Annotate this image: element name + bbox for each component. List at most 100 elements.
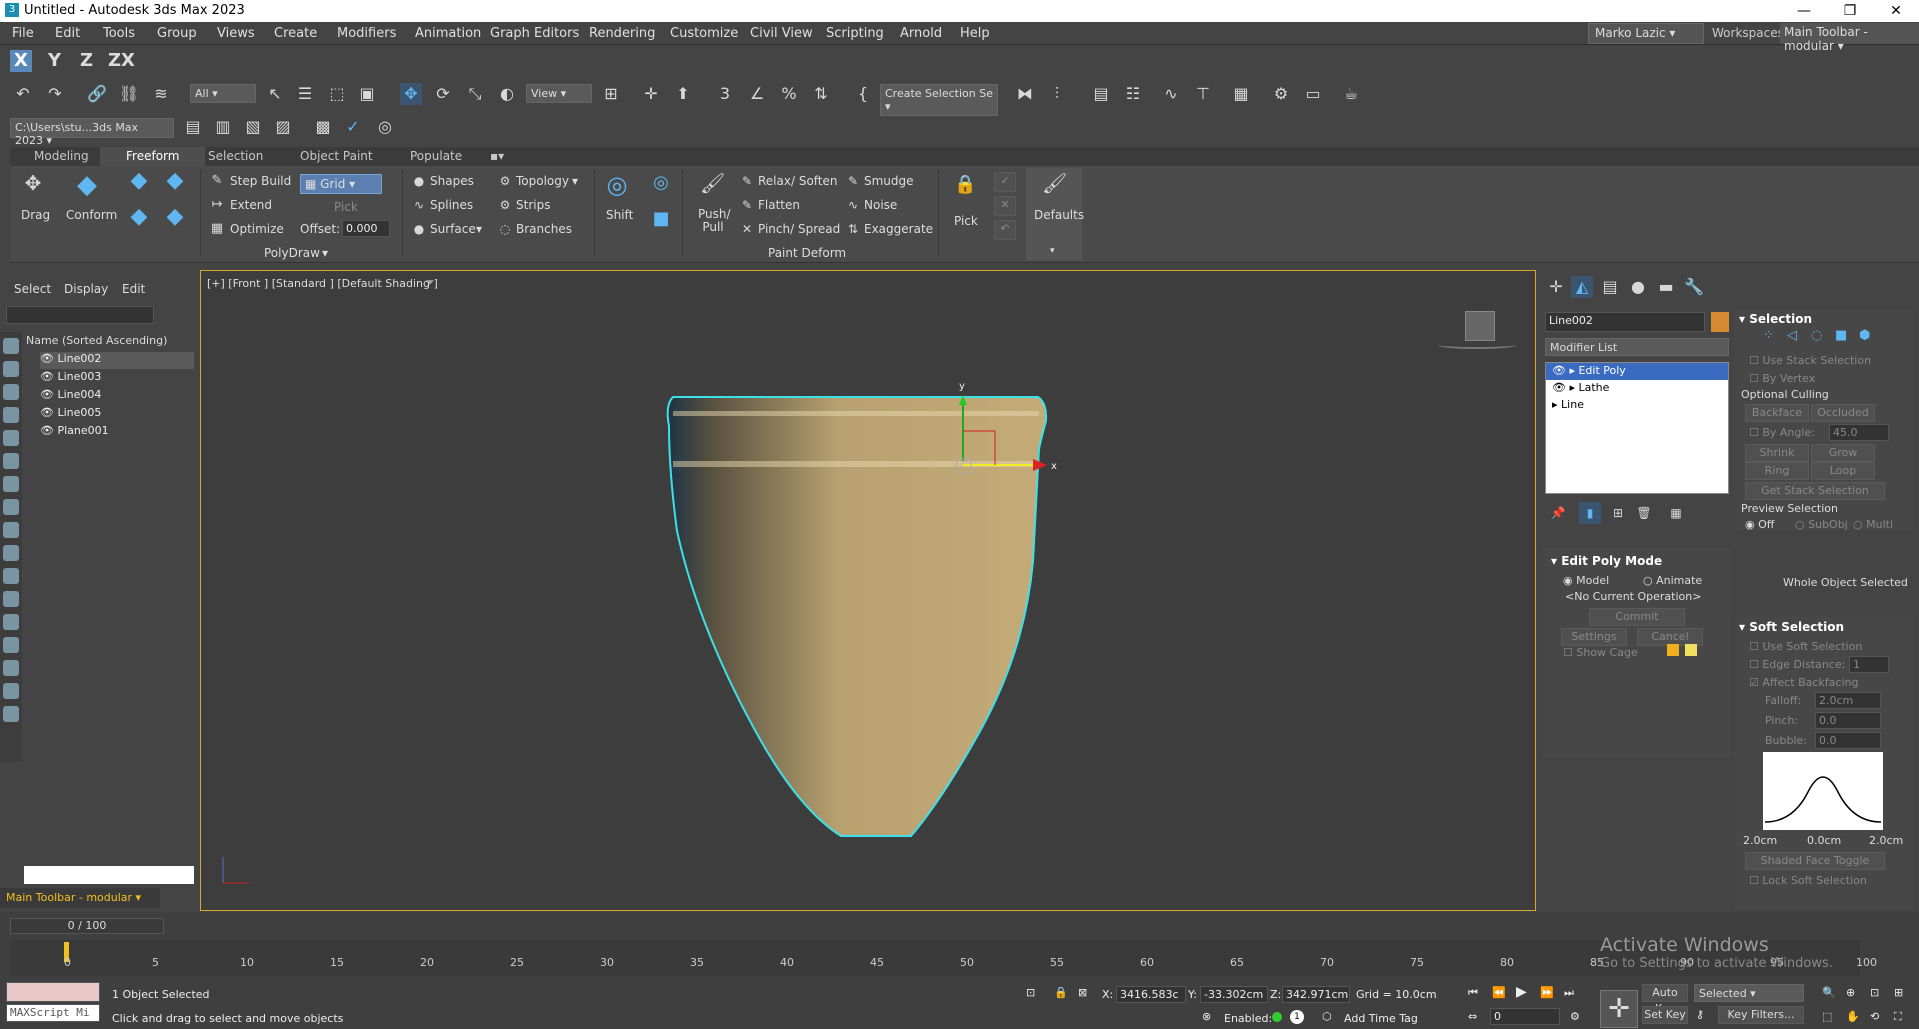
modify-tab-icon[interactable]: ◭	[1571, 276, 1593, 298]
get-stack-selection-button[interactable]: Get Stack Selection	[1745, 482, 1885, 500]
lock-icon[interactable]: ⊗	[1202, 1010, 1211, 1023]
menu-help[interactable]: Help	[960, 26, 990, 41]
exaggerate-button[interactable]: Exaggerate	[864, 222, 933, 236]
axis-zx-button[interactable]: ZX	[108, 50, 135, 71]
curve-editor-icon[interactable]: ∿	[1160, 83, 1182, 105]
project-folder-icon[interactable]: ▨	[272, 116, 294, 138]
x-coord-field[interactable]: 3416.583c	[1116, 986, 1186, 1003]
filter-xrefs-icon[interactable]	[3, 499, 19, 515]
edit-named-selection-icon[interactable]: {	[852, 83, 874, 105]
close-button[interactable]: ✕	[1873, 0, 1919, 22]
menu-edit[interactable]: Edit	[55, 26, 80, 41]
add-time-tag-button[interactable]: Add Time Tag	[1344, 1012, 1418, 1025]
key-mode-icon[interactable]: ⇔	[1468, 1010, 1477, 1023]
redo-icon[interactable]: ↷	[44, 83, 66, 105]
bind-spacewarp-icon[interactable]: ≋	[150, 83, 172, 105]
filter-frozen-icon[interactable]	[3, 568, 19, 584]
show-end-result-icon[interactable]: ▮	[1579, 502, 1601, 524]
maximize-button[interactable]: ❐	[1827, 0, 1873, 22]
smudge-button[interactable]: Smudge	[864, 174, 914, 188]
motion-tab-icon[interactable]: ●	[1627, 276, 1649, 298]
orbit-icon[interactable]: ⟲	[1870, 1010, 1879, 1023]
vertex-mode-icon[interactable]: ⁘	[1763, 328, 1774, 343]
remove-modifier-icon[interactable]: 🗑	[1633, 502, 1655, 524]
filter-shapes-icon[interactable]	[3, 361, 19, 377]
manipulate-icon[interactable]: ✛	[640, 83, 662, 105]
filter-helpers-icon[interactable]	[3, 430, 19, 446]
render-setup-icon[interactable]: ⚙	[1270, 83, 1292, 105]
check-icon[interactable]: ✓	[342, 116, 364, 138]
conform-button[interactable]: Conform	[66, 208, 117, 222]
filter-bones-icon[interactable]	[3, 522, 19, 538]
pan-icon[interactable]: ✋	[1846, 1010, 1860, 1023]
grow-button[interactable]: Grow	[1811, 444, 1875, 462]
conform-brush-icon[interactable]: ◆	[128, 170, 150, 192]
key-filter-icon[interactable]: ⚷	[1696, 1008, 1704, 1021]
edit-poly-mode-header[interactable]: ▾ Edit Poly Mode	[1551, 554, 1662, 568]
defaults-dropdown-icon[interactable]: ▾	[1050, 246, 1055, 256]
gizmo-x-arrow[interactable]	[1033, 459, 1047, 471]
menu-tools[interactable]: Tools	[103, 26, 135, 41]
scene-search-input[interactable]	[6, 306, 154, 324]
visibility-eye-icon[interactable]: 👁	[40, 370, 54, 383]
project-save-icon[interactable]: ▧	[242, 116, 264, 138]
menu-arnold[interactable]: Arnold	[900, 26, 942, 41]
relax-soften-button[interactable]: Relax/ Soften	[758, 174, 838, 188]
zoom-all-icon[interactable]: ⊕	[1846, 986, 1855, 999]
filter-funnel-icon[interactable]	[3, 706, 19, 722]
placement-icon[interactable]: ◐	[496, 83, 518, 105]
scene-object-row[interactable]: 👁 Line004	[40, 388, 194, 405]
select-object-icon[interactable]: ↖	[264, 83, 286, 105]
shapes-button[interactable]: Shapes	[430, 174, 474, 188]
polydraw-dropdown-icon[interactable]: ▾	[322, 246, 328, 260]
push-pull-button[interactable]: Push/ Pull	[698, 208, 731, 234]
falloff-field[interactable]: 2.0cm	[1815, 692, 1881, 709]
scale-icon[interactable]: ⤡	[464, 83, 486, 105]
tab-object-paint[interactable]: Object Paint	[300, 149, 373, 163]
scene-explorer-icon[interactable]: ▤	[1090, 83, 1112, 105]
link-icon[interactable]: 🔗	[86, 83, 108, 105]
rendered-frame-icon[interactable]: ▭	[1302, 83, 1324, 105]
axis-x-button[interactable]: X	[10, 50, 32, 72]
schematic-view-icon[interactable]: ⊤	[1192, 83, 1214, 105]
project-new-icon[interactable]: ▥	[212, 116, 234, 138]
undo-icon[interactable]: ↶	[12, 83, 34, 105]
pinch-field[interactable]: 0.0	[1815, 712, 1881, 729]
object-name-field[interactable]: Line002	[1545, 312, 1705, 332]
time-slider[interactable]: 0 / 100	[10, 918, 164, 934]
workspace-dropdown[interactable]: Main Toolbar - modular ▾	[1780, 23, 1919, 53]
maxscript-listener[interactable]	[6, 982, 100, 1002]
shrink-button[interactable]: Shrink	[1745, 444, 1809, 462]
ribbon-x-icon[interactable]: ✕	[994, 196, 1016, 216]
scene-tab-edit[interactable]: Edit	[122, 282, 145, 296]
scene-object-row[interactable]: 👁 Line002	[40, 352, 194, 369]
strips-button[interactable]: Strips	[516, 198, 550, 212]
mirror-icon[interactable]: ⧓	[1014, 83, 1036, 105]
hierarchy-tab-icon[interactable]: ▤	[1599, 276, 1621, 298]
modifier-list-dropdown[interactable]: Modifier List	[1545, 338, 1729, 356]
move-icon[interactable]: ✥	[400, 83, 422, 105]
shift-button[interactable]: Shift	[606, 208, 633, 222]
pin-stack-icon[interactable]: 📌	[1547, 502, 1569, 524]
lock-soft-selection-checkbox[interactable]: ☐ Lock Soft Selection	[1749, 874, 1867, 887]
set-key-button[interactable]: Set Key	[1642, 1006, 1688, 1024]
polygon-mode-icon[interactable]: ■	[1835, 328, 1847, 343]
info-icon[interactable]: 1	[1290, 1010, 1304, 1024]
project-open-icon[interactable]: ▤	[182, 116, 204, 138]
zoom-extents-all-icon[interactable]: ⊞	[1894, 986, 1903, 999]
visibility-eye-icon[interactable]: 👁	[40, 388, 54, 401]
selection-header[interactable]: ▾ Selection	[1739, 312, 1812, 326]
scene-object-row[interactable]: 👁 Line003	[40, 370, 194, 387]
pick-object-button[interactable]: Pick	[954, 214, 978, 228]
visibility-eye-icon[interactable]: 👁	[40, 352, 54, 365]
filter-none-icon[interactable]	[3, 660, 19, 676]
zoom-icon[interactable]: 🔍	[1822, 986, 1836, 999]
maximize-viewport-icon[interactable]: ⛶	[1894, 1010, 1902, 1024]
edge-distance-field[interactable]: 1	[1849, 656, 1889, 673]
by-angle-checkbox[interactable]: ☐ By Angle:	[1749, 426, 1815, 439]
menu-group[interactable]: Group	[157, 26, 197, 41]
menu-create[interactable]: Create	[274, 26, 317, 41]
selection-filter-dropdown[interactable]: All ▾	[190, 84, 256, 103]
edge-distance-checkbox[interactable]: ☐ Edge Distance:	[1749, 658, 1845, 671]
menu-scripting[interactable]: Scripting	[826, 26, 884, 41]
